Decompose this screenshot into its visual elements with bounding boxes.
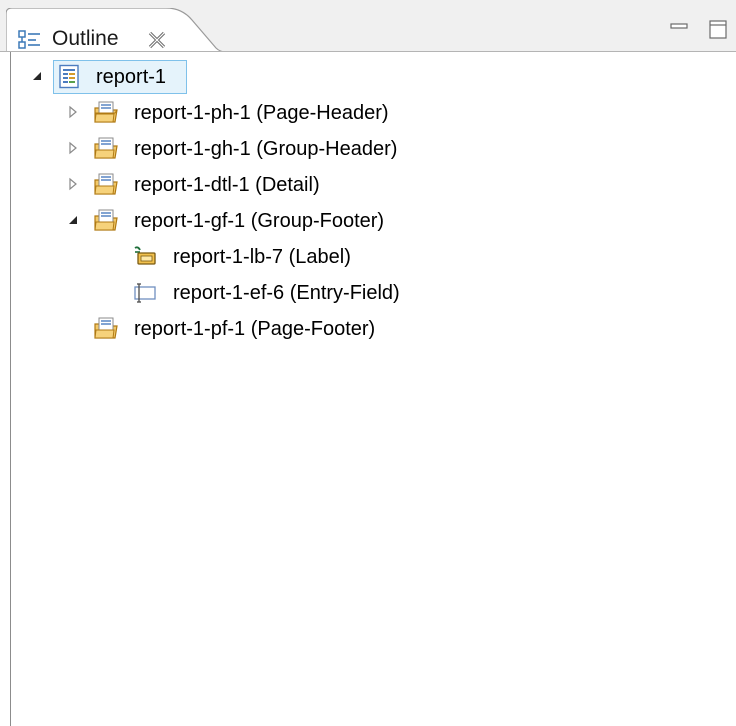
section-folder-icon [93,100,119,126]
maximize-icon[interactable] [707,18,729,40]
tree-node-label: report-1 [96,66,167,88]
section-folder-icon [93,136,119,162]
tree-row-page-header[interactable]: report-1-ph-1 (Page-Header) [0,96,736,130]
tree-node-label: report-1-dtl-1 (Detail) [134,174,320,196]
outline-tree: report-1 report-1-ph-1 (Page-Header) rep… [0,51,736,726]
minimize-icon[interactable] [668,18,690,40]
section-folder-icon [93,172,119,198]
tree-row-entry-field[interactable]: report-1-ef-6 (Entry-Field) [0,276,736,310]
tab-title: Outline [52,27,119,50]
tree-node-label: report-1-ef-6 (Entry-Field) [173,282,400,304]
tree-row-page-footer[interactable]: report-1-pf-1 (Page-Footer) [0,312,736,346]
tree-row-label[interactable]: report-1-lb-7 (Label) [0,240,736,274]
tree-row-group-footer[interactable]: report-1-gf-1 (Group-Footer) [0,204,736,238]
tree-row-group-header[interactable]: report-1-gh-1 (Group-Header) [0,132,736,166]
tree-row-report-1[interactable]: report-1 [0,60,736,94]
tree-node-label: report-1-lb-7 (Label) [173,246,351,268]
expanded-arrow-icon[interactable] [66,213,80,227]
entry-field-icon [132,280,158,306]
label-icon [132,244,158,270]
report-icon [57,64,83,90]
collapsed-arrow-icon[interactable] [66,105,80,119]
tree-node-label: report-1-gf-1 (Group-Footer) [134,210,385,232]
section-folder-icon [93,316,119,342]
outline-view: Outline report-1 report-1-ph-1 (Page-Hea… [0,0,736,726]
tree-row-detail[interactable]: report-1-dtl-1 (Detail) [0,168,736,202]
close-icon[interactable] [146,29,168,51]
tree-node-label: report-1-pf-1 (Page-Footer) [134,318,376,340]
tree-node-label: report-1-gh-1 (Group-Header) [134,138,398,160]
collapsed-arrow-icon[interactable] [66,177,80,191]
view-tab-bar: Outline [0,0,736,53]
expanded-arrow-icon[interactable] [30,69,44,83]
tree-node-label: report-1-ph-1 (Page-Header) [134,102,389,124]
collapsed-arrow-icon[interactable] [66,141,80,155]
section-folder-icon [93,208,119,234]
outline-icon [18,30,42,50]
